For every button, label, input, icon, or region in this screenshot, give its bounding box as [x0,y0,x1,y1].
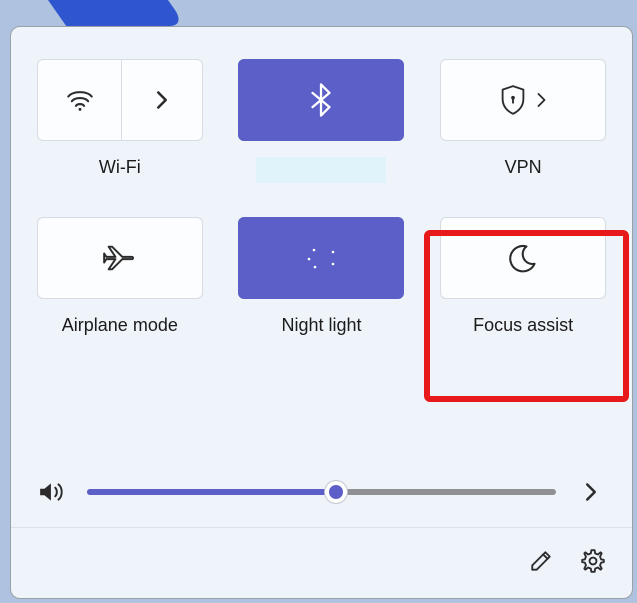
pencil-icon [529,549,553,573]
volume-expand-button[interactable] [576,477,606,507]
edit-button[interactable] [526,546,556,576]
bluetooth-cell [235,59,409,211]
nightlight-cell: Night light [235,217,409,364]
wifi-label: Wi-Fi [99,157,141,178]
vpn-label: VPN [505,157,542,178]
wifi-toggle-button[interactable] [38,60,122,140]
bluetooth-label-redacted [256,157,386,183]
focusassist-label: Focus assist [473,315,573,336]
airplane-tile[interactable] [37,217,203,299]
volume-row [33,471,610,527]
wifi-cell: Wi-Fi [33,59,207,211]
vpn-cell: VPN [436,59,610,211]
wifi-tile [37,59,203,141]
wifi-expand-button[interactable] [122,60,202,140]
focusassist-cell: Focus assist [436,217,610,364]
settings-button[interactable] [578,546,608,576]
nightlight-tile[interactable] [238,217,404,299]
browser-tab-peek [48,0,186,26]
nightlight-label: Night light [281,315,361,336]
airplane-label: Airplane mode [62,315,178,336]
chevron-right-icon [155,90,169,110]
bluetooth-icon [310,83,332,117]
airplane-cell: Airplane mode [33,217,207,364]
chevron-right-icon [536,92,547,108]
night-light-icon [301,243,341,273]
volume-thumb[interactable] [325,481,347,503]
shield-lock-icon [500,85,526,115]
gear-icon [580,548,606,574]
airplane-icon [103,243,137,273]
moon-icon [508,243,538,273]
focusassist-tile[interactable] [440,217,606,299]
vpn-tile[interactable] [440,59,606,141]
volume-icon[interactable] [37,477,67,507]
volume-track-fill [87,489,336,495]
footer-bar [11,527,632,580]
volume-slider[interactable] [87,482,556,502]
bluetooth-tile[interactable] [238,59,404,141]
wifi-icon [66,88,94,112]
quick-settings-panel: Wi-Fi [10,26,633,599]
